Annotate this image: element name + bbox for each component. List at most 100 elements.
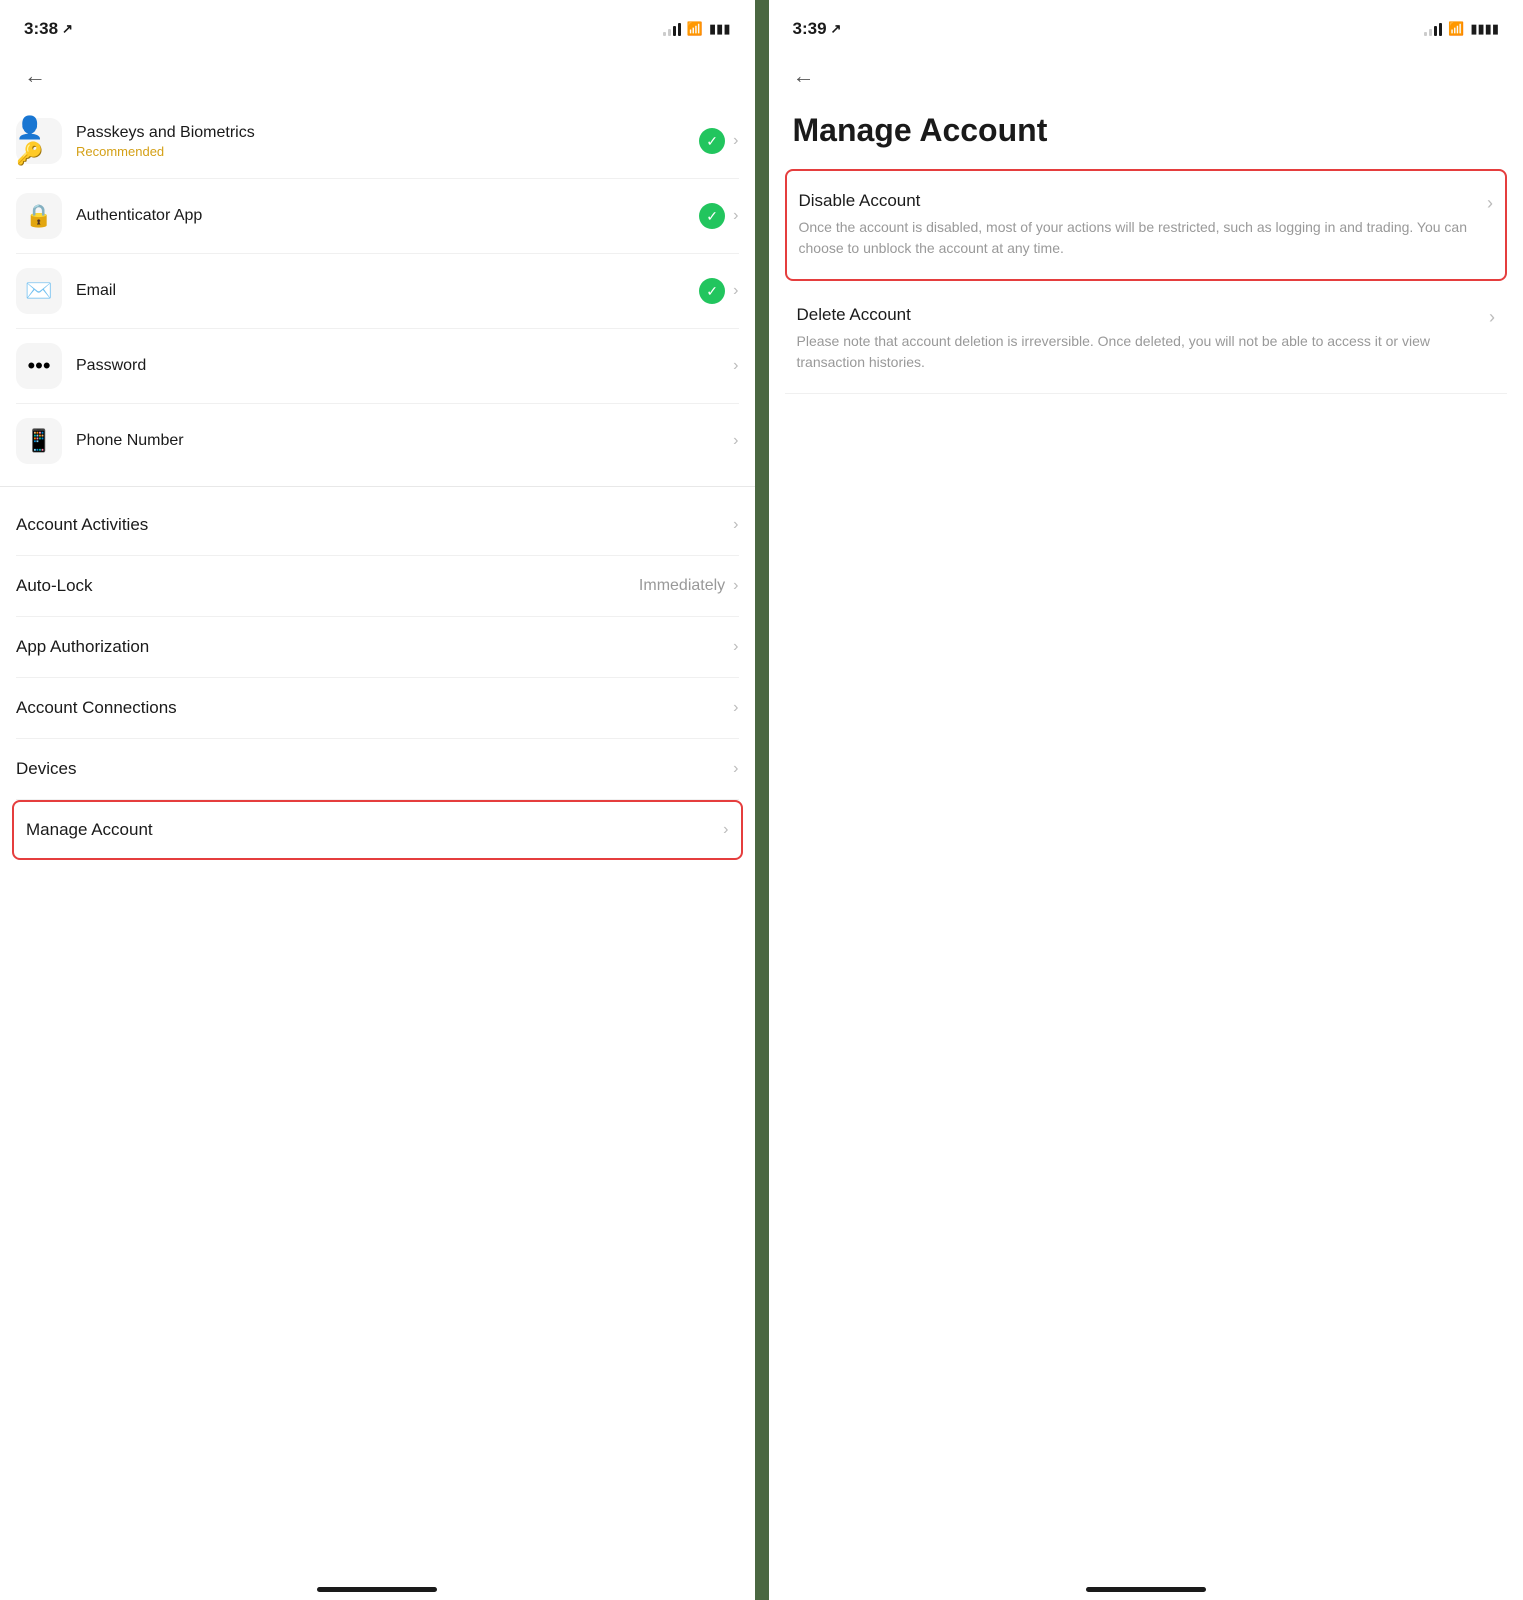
account-connections-chevron: › <box>733 699 738 717</box>
delete-account-chevron: › <box>1489 307 1495 328</box>
account-activities-item[interactable]: Account Activities › <box>16 495 739 556</box>
phone-item[interactable]: 📱 Phone Number › <box>16 404 739 478</box>
location-icon-left: ↗ <box>62 21 73 37</box>
time-right: 3:39 ↗ <box>793 19 842 39</box>
email-icon-wrap: ✉️ <box>16 268 62 314</box>
delete-account-desc: Please note that account deletion is irr… <box>797 331 1478 373</box>
passkeys-icon: 👤🔑 <box>16 115 62 167</box>
home-indicator-right <box>769 1575 1523 1600</box>
auto-lock-value: Immediately <box>639 577 725 595</box>
email-right: ✓ › <box>699 278 738 304</box>
password-chevron: › <box>733 357 738 375</box>
password-icon: ••• <box>27 353 50 379</box>
passkeys-chevron: › <box>733 132 738 150</box>
left-panel: 3:38 ↗ 📶 ▮▮▮ ← 👤🔑 Passkeys and Biometric… <box>0 0 755 1600</box>
phone-icon-wrap: 📱 <box>16 418 62 464</box>
password-content: Password <box>76 357 733 375</box>
wifi-icon-left: 📶 <box>687 21 703 37</box>
home-bar-left <box>317 1587 437 1592</box>
authenticator-check: ✓ <box>699 203 725 229</box>
battery-icon-right: ▮▮▮▮ <box>1470 21 1499 37</box>
auto-lock-right: Immediately › <box>639 577 739 595</box>
manage-account-item[interactable]: Manage Account › <box>12 800 743 860</box>
passkeys-item[interactable]: 👤🔑 Passkeys and Biometrics Recommended ✓… <box>16 104 739 179</box>
authenticator-icon: 🔒 <box>25 203 52 229</box>
app-authorization-right: › <box>733 638 738 656</box>
devices-right: › <box>733 760 738 778</box>
status-icons-left: 📶 ▮▮▮ <box>663 21 731 37</box>
authenticator-chevron: › <box>733 207 738 225</box>
email-chevron: › <box>733 282 738 300</box>
auto-lock-label: Auto-Lock <box>16 576 93 596</box>
disable-account-item[interactable]: Disable Account Once the account is disa… <box>785 169 1508 281</box>
passkeys-icon-wrap: 👤🔑 <box>16 118 62 164</box>
authenticator-title: Authenticator App <box>76 207 699 225</box>
delete-account-item[interactable]: Delete Account Please note that account … <box>785 285 1508 394</box>
password-icon-wrap: ••• <box>16 343 62 389</box>
passkeys-right: ✓ › <box>699 128 738 154</box>
email-title: Email <box>76 282 699 300</box>
battery-icon-left: ▮▮▮ <box>709 21 730 37</box>
disable-account-title: Disable Account <box>799 191 1476 211</box>
menu-list: Account Activities › Auto-Lock Immediate… <box>0 495 755 860</box>
home-bar-right <box>1086 1587 1206 1592</box>
right-panel: 3:39 ↗ 📶 ▮▮▮▮ ← Manage Account Disable A… <box>769 0 1523 1600</box>
disable-account-content: Disable Account Once the account is disa… <box>799 191 1488 259</box>
account-connections-item[interactable]: Account Connections › <box>16 678 739 739</box>
delete-account-content: Delete Account Please note that account … <box>797 305 1490 373</box>
status-bar-right: 3:39 ↗ 📶 ▮▮▮▮ <box>769 0 1523 52</box>
email-check: ✓ <box>699 278 725 304</box>
devices-item[interactable]: Devices › <box>16 739 739 800</box>
email-icon: ✉️ <box>25 278 52 304</box>
panel-divider <box>755 0 769 1600</box>
phone-icon: 📱 <box>25 428 52 454</box>
authenticator-content: Authenticator App <box>76 207 699 225</box>
authenticator-right: ✓ › <box>699 203 738 229</box>
manage-account-right: › <box>723 821 728 839</box>
passkeys-title: Passkeys and Biometrics <box>76 124 699 142</box>
signal-icon-left <box>663 22 681 36</box>
nav-bar-left: ← <box>0 52 755 104</box>
account-activities-right: › <box>733 516 738 534</box>
phone-right: › <box>733 432 738 450</box>
account-activities-chevron: › <box>733 516 738 534</box>
account-connections-label: Account Connections <box>16 698 177 718</box>
account-activities-label: Account Activities <box>16 515 148 535</box>
status-bar-left: 3:38 ↗ 📶 ▮▮▮ <box>0 0 755 52</box>
passkeys-check: ✓ <box>699 128 725 154</box>
wifi-icon-right: 📶 <box>1448 21 1464 37</box>
authenticator-icon-wrap: 🔒 <box>16 193 62 239</box>
email-content: Email <box>76 282 699 300</box>
password-title: Password <box>76 357 733 375</box>
app-authorization-item[interactable]: App Authorization › <box>16 617 739 678</box>
manage-items-list: Disable Account Once the account is disa… <box>769 169 1523 394</box>
manage-account-title: Manage Account <box>769 104 1523 169</box>
phone-chevron: › <box>733 432 738 450</box>
nav-bar-right: ← <box>769 52 1523 104</box>
manage-account-label: Manage Account <box>26 820 153 840</box>
delete-account-title: Delete Account <box>797 305 1478 325</box>
disable-account-desc: Once the account is disabled, most of yo… <box>799 217 1476 259</box>
home-indicator-left <box>0 1575 755 1600</box>
disable-account-chevron: › <box>1487 193 1493 214</box>
password-item[interactable]: ••• Password › <box>16 329 739 404</box>
signal-icon-right <box>1424 22 1442 36</box>
auto-lock-item[interactable]: Auto-Lock Immediately › <box>16 556 739 617</box>
app-authorization-label: App Authorization <box>16 637 149 657</box>
back-button-left[interactable]: ← <box>24 60 56 92</box>
app-authorization-chevron: › <box>733 638 738 656</box>
authenticator-item[interactable]: 🔒 Authenticator App ✓ › <box>16 179 739 254</box>
devices-chevron: › <box>733 760 738 778</box>
passkeys-subtitle: Recommended <box>76 144 699 159</box>
section-separator <box>0 486 755 487</box>
status-icons-right: 📶 ▮▮▮▮ <box>1424 21 1499 37</box>
back-button-right[interactable]: ← <box>793 60 825 92</box>
location-icon-right: ↗ <box>831 21 842 37</box>
devices-label: Devices <box>16 759 76 779</box>
auto-lock-chevron: › <box>733 577 738 595</box>
password-right: › <box>733 357 738 375</box>
manage-account-chevron: › <box>723 821 728 839</box>
email-item[interactable]: ✉️ Email ✓ › <box>16 254 739 329</box>
account-connections-right: › <box>733 699 738 717</box>
passkeys-content: Passkeys and Biometrics Recommended <box>76 124 699 159</box>
